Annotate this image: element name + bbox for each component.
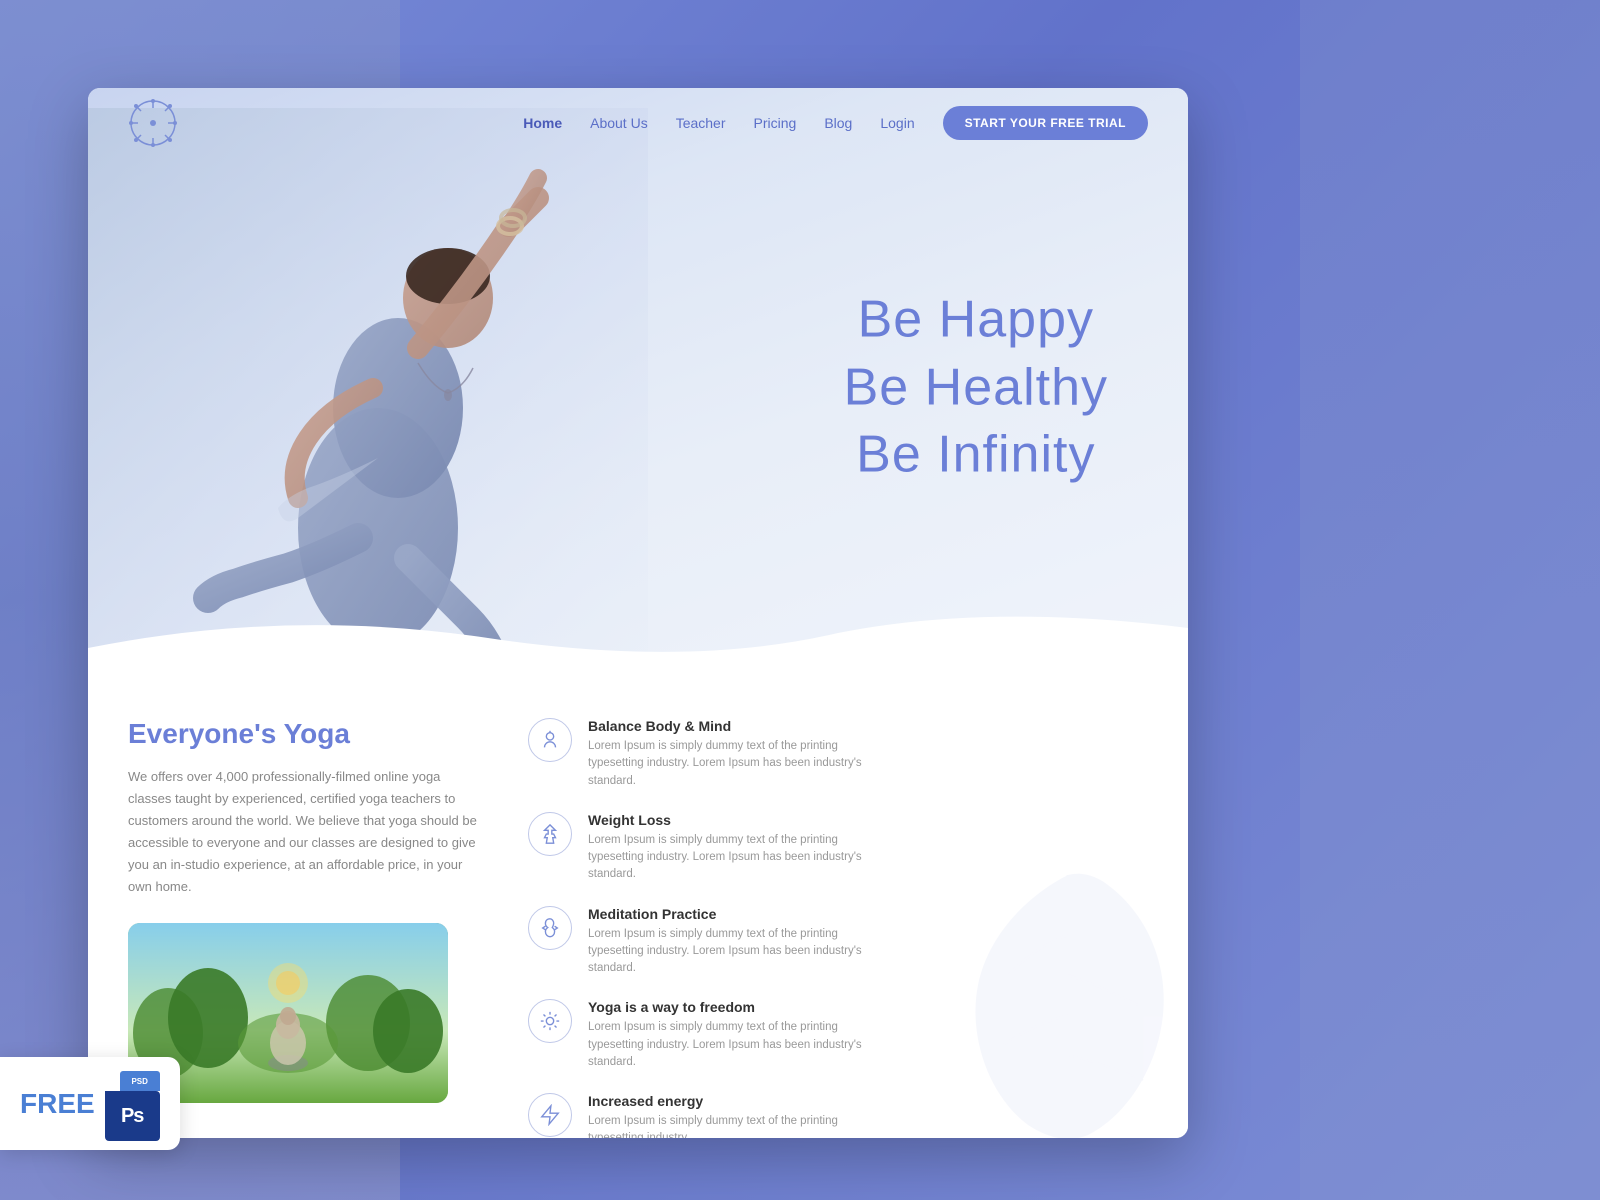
bg-side-right xyxy=(1300,0,1600,1200)
hero-line1: Be Happy xyxy=(844,287,1108,355)
free-psd-badge: FREE PSD Ps xyxy=(0,1057,180,1150)
feature-title-4: Yoga is a way to freedom xyxy=(588,999,888,1015)
feature-icon-2 xyxy=(528,812,572,856)
nav-about[interactable]: About Us xyxy=(590,115,648,131)
feature-item-2: Weight Loss Lorem Ipsum is simply dummy … xyxy=(528,812,1148,884)
feature-desc-2: Lorem Ipsum is simply dummy text of the … xyxy=(588,832,888,884)
logo[interactable] xyxy=(128,98,178,148)
feature-text-5: Increased energy Lorem Ipsum is simply d… xyxy=(588,1093,888,1138)
feature-text-4: Yoga is a way to freedom Lorem Ipsum is … xyxy=(588,999,888,1071)
hero-yoga-image xyxy=(88,108,648,688)
cta-button[interactable]: START YOUR FREE TRIAL xyxy=(943,106,1148,140)
feature-icon-4 xyxy=(528,999,572,1043)
feature-desc-5: Lorem Ipsum is simply dummy text of the … xyxy=(588,1113,888,1138)
feature-text-3: Meditation Practice Lorem Ipsum is simpl… xyxy=(588,906,888,978)
feature-item-3: Meditation Practice Lorem Ipsum is simpl… xyxy=(528,906,1148,978)
feature-item-4: Yoga is a way to freedom Lorem Ipsum is … xyxy=(528,999,1148,1071)
feature-title-1: Balance Body & Mind xyxy=(588,718,888,734)
feature-item-5: Increased energy Lorem Ipsum is simply d… xyxy=(528,1093,1148,1138)
hero-tagline: Be Happy Be Healthy Be Infinity xyxy=(844,287,1108,490)
section-title: Everyone's Yoga xyxy=(128,718,478,750)
hero-line3: Be Infinity xyxy=(844,422,1108,490)
nav-home[interactable]: Home xyxy=(523,115,562,131)
main-card: Home About Us Teacher Pricing Blog Login… xyxy=(88,88,1188,1138)
feature-desc-4: Lorem Ipsum is simply dummy text of the … xyxy=(588,1019,888,1071)
feature-icon-5 xyxy=(528,1093,572,1137)
feature-title-3: Meditation Practice xyxy=(588,906,888,922)
feature-desc-3: Lorem Ipsum is simply dummy text of the … xyxy=(588,926,888,978)
feature-text-2: Weight Loss Lorem Ipsum is simply dummy … xyxy=(588,812,888,884)
navbar: Home About Us Teacher Pricing Blog Login… xyxy=(88,88,1188,158)
feature-title-5: Increased energy xyxy=(588,1093,888,1109)
feature-text-1: Balance Body & Mind Lorem Ipsum is simpl… xyxy=(588,718,888,790)
psd-top-label: PSD xyxy=(120,1071,160,1091)
nav-pricing[interactable]: Pricing xyxy=(754,115,797,131)
nav-login[interactable]: Login xyxy=(880,115,914,131)
nav-blog[interactable]: Blog xyxy=(824,115,852,131)
section-desc: We offers over 4,000 professionally-film… xyxy=(128,766,478,899)
nav-teacher[interactable]: Teacher xyxy=(676,115,726,131)
hero-wave xyxy=(88,608,1188,688)
left-content: Everyone's Yoga We offers over 4,000 pro… xyxy=(128,718,478,1138)
hero-line2: Be Healthy xyxy=(844,354,1108,422)
free-label: FREE xyxy=(20,1088,95,1120)
feature-icon-3 xyxy=(528,906,572,950)
feature-item-1: Balance Body & Mind Lorem Ipsum is simpl… xyxy=(528,718,1148,790)
hero-section: Home About Us Teacher Pricing Blog Login… xyxy=(88,88,1188,688)
feature-icon-1 xyxy=(528,718,572,762)
feature-title-2: Weight Loss xyxy=(588,812,888,828)
psd-main-label: Ps xyxy=(105,1091,160,1141)
features-list: Balance Body & Mind Lorem Ipsum is simpl… xyxy=(528,718,1148,1138)
nav-links: Home About Us Teacher Pricing Blog Login… xyxy=(523,106,1148,140)
psd-icon: PSD Ps xyxy=(105,1071,160,1136)
lower-section: Everyone's Yoga We offers over 4,000 pro… xyxy=(88,688,1188,1138)
feature-desc-1: Lorem Ipsum is simply dummy text of the … xyxy=(588,738,888,790)
